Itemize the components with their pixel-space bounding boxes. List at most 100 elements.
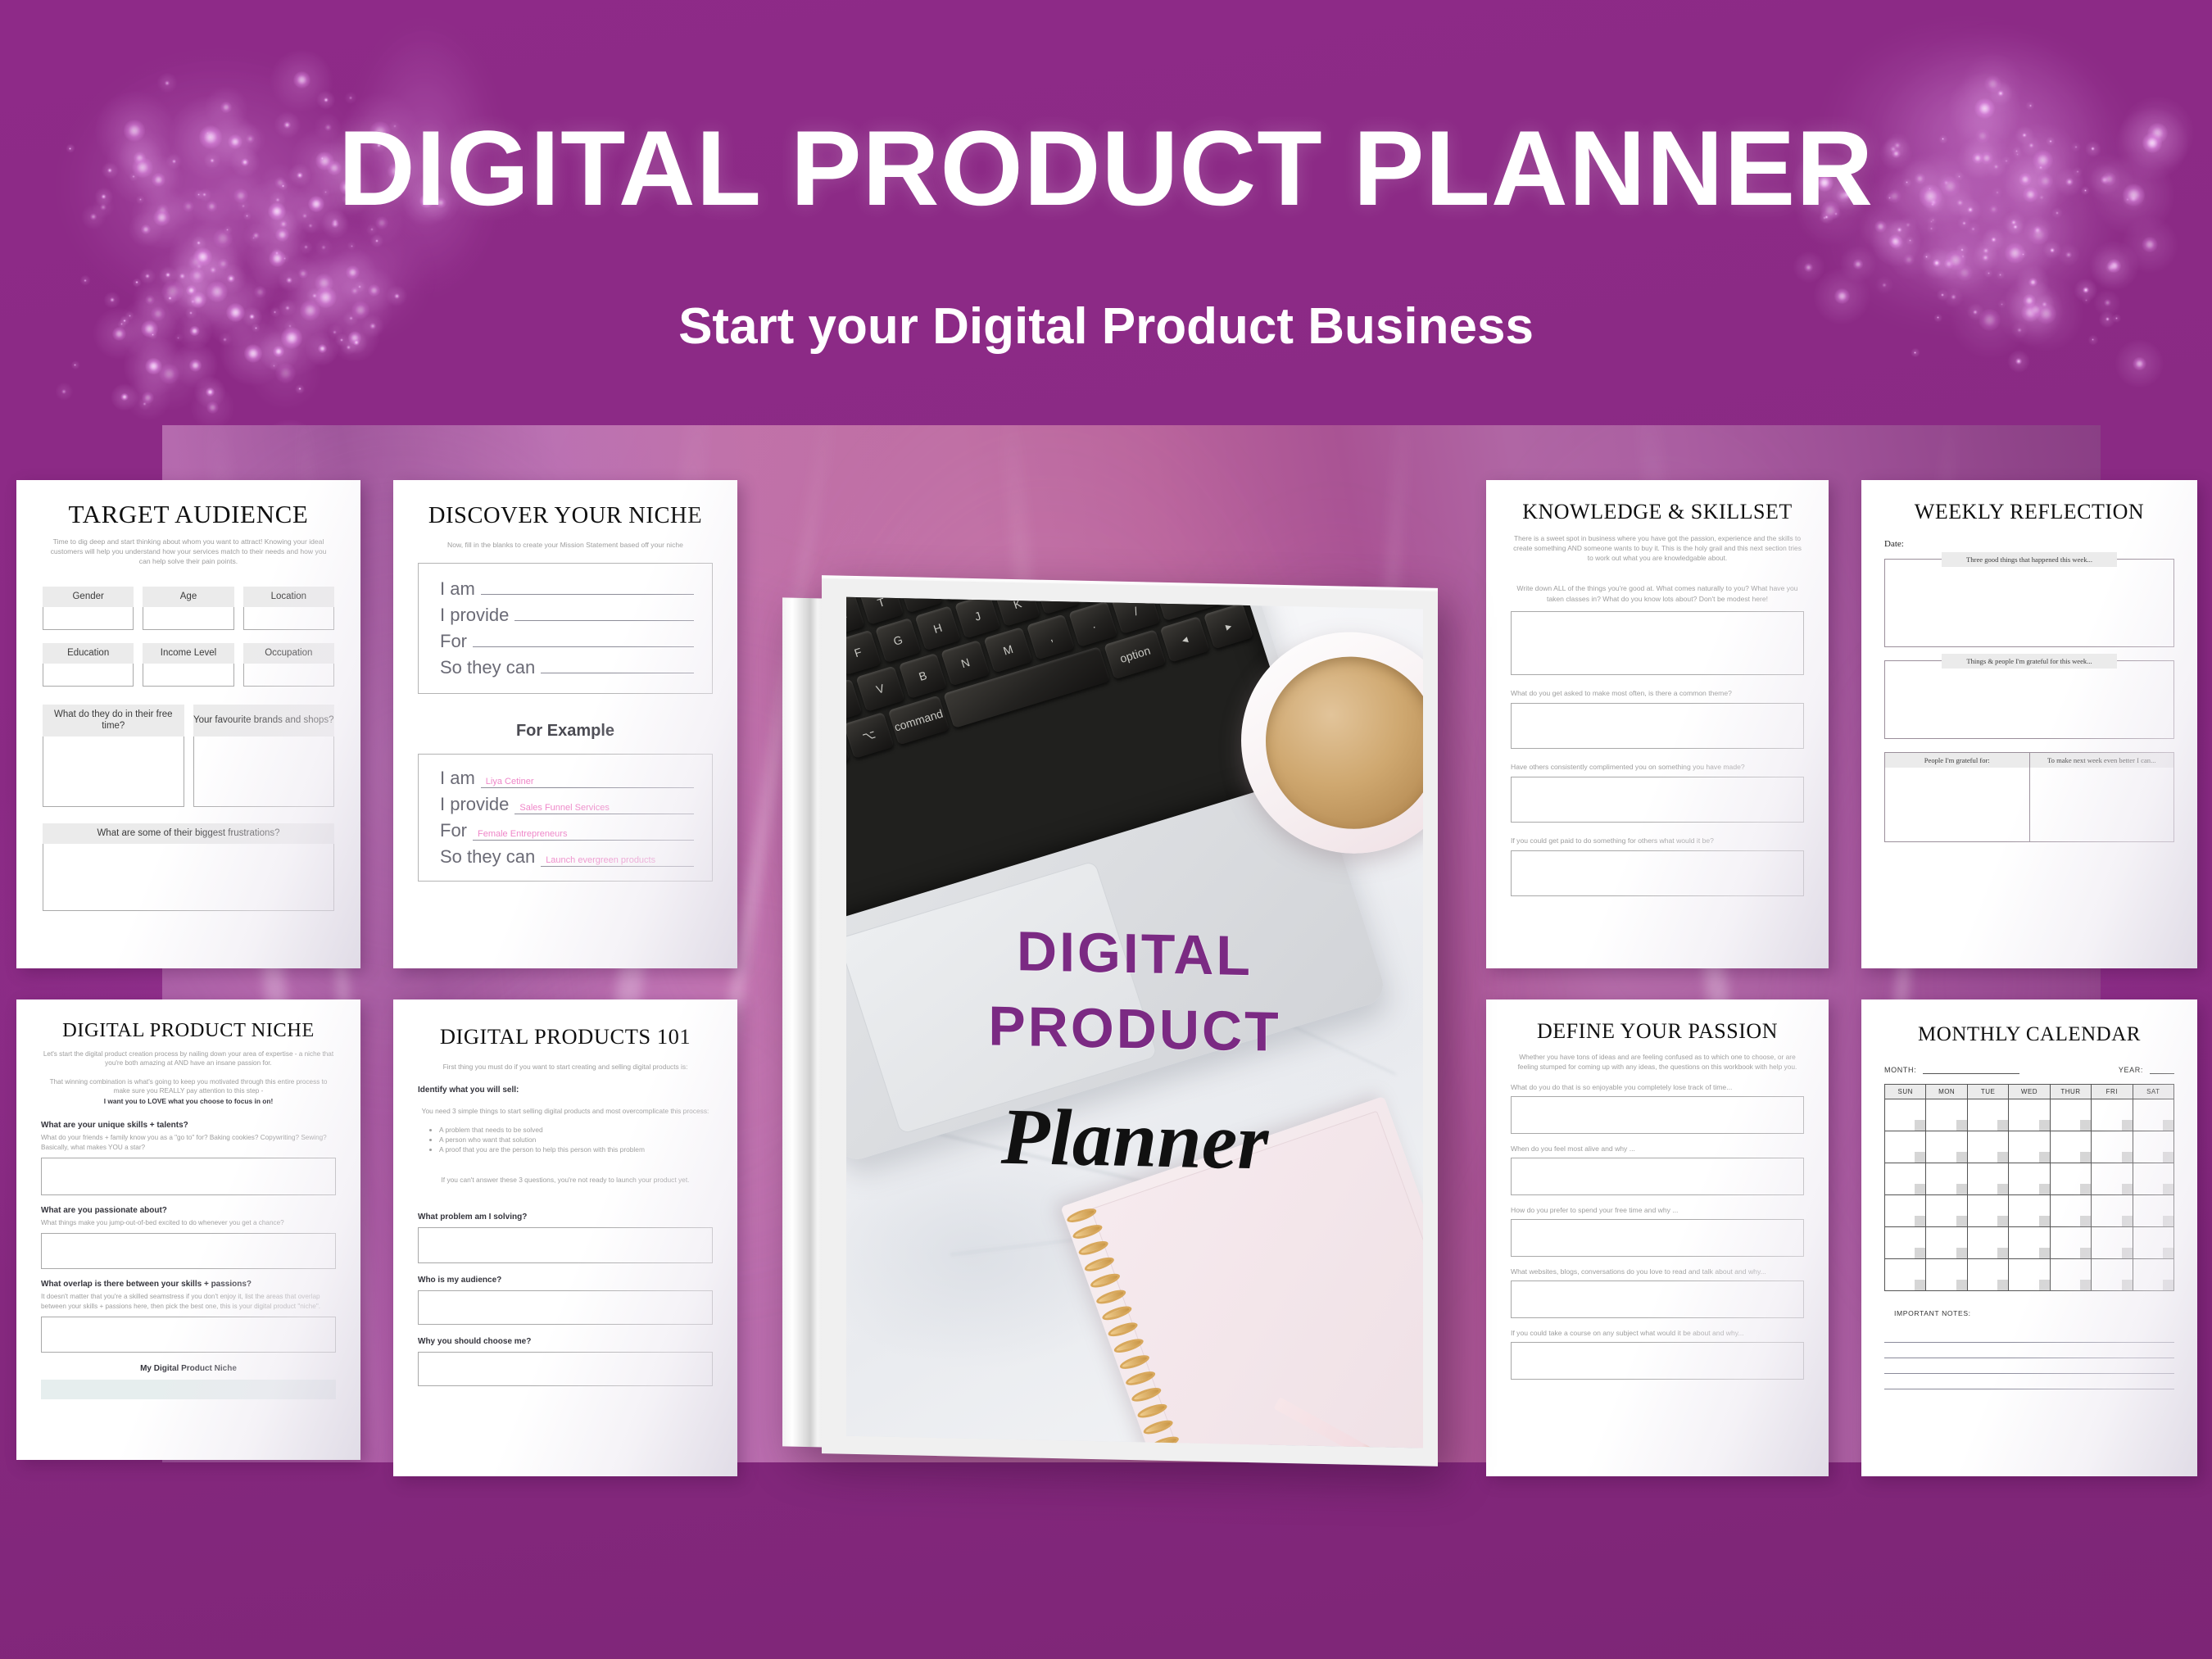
calendar-grid[interactable]: SUN MON TUE WED THUR FRI SAT (1883, 1084, 2175, 1291)
calendar-day-cell[interactable] (1966, 1099, 2010, 1131)
field-age[interactable]: Age (143, 586, 234, 630)
calendar-day-cell[interactable] (2008, 1163, 2051, 1195)
calendar-day-cell[interactable] (1966, 1194, 2010, 1227)
calendar-day-cell[interactable] (1966, 1258, 2010, 1291)
answer-box[interactable] (1511, 702, 1804, 749)
preview-page-define-passion[interactable]: DEFINE YOUR PASSION Whether you have ton… (1486, 999, 1829, 1476)
calendar-day-cell[interactable] (2049, 1131, 2092, 1163)
calendar-day-cell[interactable] (1925, 1226, 1968, 1259)
field-input[interactable] (43, 843, 334, 911)
calendar-day-cell[interactable] (2049, 1099, 2092, 1131)
calendar-day-cell[interactable] (2132, 1163, 2175, 1195)
calendar-day-cell[interactable] (2008, 1226, 2051, 1259)
calendar-day-cell[interactable] (2091, 1194, 2133, 1227)
grateful-section[interactable]: Things & people I'm grateful for this we… (1884, 654, 2174, 739)
calendar-day-cell[interactable] (1883, 1258, 1927, 1291)
preview-page-knowledge-skillset[interactable]: KNOWLEDGE & SKILLSET There is a sweet sp… (1486, 480, 1829, 968)
calendar-day-cell[interactable] (2049, 1258, 2092, 1291)
field-favourite-brands[interactable]: Your favourite brands and shops? (193, 704, 334, 807)
calendar-day-cell[interactable] (1883, 1163, 1927, 1195)
answer-box[interactable] (1884, 660, 2174, 739)
preview-page-weekly-reflection[interactable]: WEEKLY REFLECTION Date: Three good thing… (1861, 480, 2197, 968)
calendar-day-cell[interactable] (1925, 1099, 1968, 1131)
field-input[interactable] (43, 736, 184, 807)
calendar-day-cell[interactable] (2008, 1258, 2051, 1291)
calendar-day-cell[interactable] (1966, 1163, 2010, 1195)
month-input[interactable] (1923, 1073, 2020, 1074)
calendar-day-cell[interactable] (2091, 1258, 2133, 1291)
preview-page-discover-niche[interactable]: DISCOVER YOUR NICHE Now, fill in the bla… (393, 480, 737, 968)
field-gender[interactable]: Gender (43, 586, 134, 630)
calendar-day-cell[interactable] (1925, 1131, 1968, 1163)
field-input[interactable] (143, 606, 234, 630)
mission-blank-line[interactable] (473, 646, 694, 647)
calendar-day-cell[interactable] (2132, 1258, 2175, 1291)
calendar-day-cell[interactable] (1925, 1163, 1968, 1195)
note-line[interactable] (1884, 1343, 2174, 1358)
calendar-day-cell[interactable] (1925, 1194, 1968, 1227)
answer-box[interactable] (41, 1157, 336, 1195)
people-grateful-column[interactable]: People I'm grateful for: (1885, 753, 2030, 841)
mission-blank-line[interactable] (514, 619, 694, 621)
calendar-day-cell[interactable] (2132, 1099, 2175, 1131)
field-input[interactable] (243, 606, 334, 630)
answer-box[interactable] (1884, 559, 2174, 647)
answer-box[interactable] (1885, 768, 2029, 841)
answer-box[interactable] (2030, 768, 2174, 841)
calendar-day-cell[interactable] (2132, 1226, 2175, 1259)
calendar-day-cell[interactable] (2132, 1194, 2175, 1227)
field-frustrations[interactable]: What are some of their biggest frustrati… (43, 823, 334, 911)
note-line[interactable] (1884, 1374, 2174, 1389)
calendar-day-cell[interactable] (2008, 1194, 2051, 1227)
calendar-day-cell[interactable] (1883, 1194, 1927, 1227)
calendar-day-cell[interactable] (2008, 1099, 2051, 1131)
field-input[interactable] (43, 663, 134, 687)
answer-box[interactable] (1511, 1280, 1804, 1318)
answer-box[interactable] (418, 1227, 713, 1264)
book-mockup[interactable]: ~1234567890-= QWERTYUIOP[]\ ASDFGHJKL;'r… (782, 575, 1438, 1466)
answer-box[interactable] (1511, 1095, 1804, 1134)
answer-box[interactable] (1511, 1341, 1804, 1380)
calendar-day-cell[interactable] (2008, 1131, 2051, 1163)
calendar-day-cell[interactable] (1883, 1226, 1927, 1259)
field-input[interactable] (143, 663, 234, 687)
field-input[interactable] (43, 606, 134, 630)
final-niche-input[interactable] (41, 1379, 336, 1399)
calendar-day-cell[interactable] (2132, 1131, 2175, 1163)
mission-statement-blank[interactable]: I am I provide For So they can (418, 562, 713, 694)
field-input[interactable] (193, 736, 334, 807)
notes-lines-area[interactable] (1884, 1327, 2174, 1389)
field-input[interactable] (243, 663, 334, 687)
calendar-day-cell[interactable] (2049, 1163, 2092, 1195)
note-line[interactable] (1884, 1327, 2174, 1343)
answer-box[interactable] (1511, 850, 1804, 896)
calendar-day-cell[interactable] (1883, 1099, 1927, 1131)
calendar-day-cell[interactable] (1966, 1226, 2010, 1259)
calendar-day-cell[interactable] (2049, 1194, 2092, 1227)
field-income-level[interactable]: Income Level (143, 642, 234, 687)
field-free-time[interactable]: What do they do in their free time? (43, 704, 184, 807)
calendar-day-cell[interactable] (1925, 1258, 1968, 1291)
good-things-section[interactable]: Three good things that happened this wee… (1884, 552, 2174, 647)
note-line[interactable] (1884, 1358, 2174, 1374)
answer-box[interactable] (418, 1352, 713, 1387)
calendar-day-cell[interactable] (1883, 1131, 1927, 1163)
field-education[interactable]: Education (43, 642, 134, 687)
next-week-column[interactable]: To make next week even better I can... (2029, 753, 2174, 841)
calendar-day-cell[interactable] (2091, 1226, 2133, 1259)
answer-box[interactable] (1511, 1218, 1804, 1257)
answer-box[interactable] (1511, 776, 1804, 823)
calendar-day-cell[interactable] (2091, 1163, 2133, 1195)
mission-blank-line[interactable] (480, 593, 694, 595)
answer-box[interactable] (41, 1316, 336, 1353)
answer-box[interactable] (41, 1232, 336, 1269)
two-column-section[interactable]: People I'm grateful for: To make next we… (1884, 752, 2174, 842)
calendar-day-cell[interactable] (2091, 1099, 2133, 1131)
preview-page-digital-products-101[interactable]: DIGITAL PRODUCTS 101 First thing you mus… (393, 999, 737, 1476)
answer-box[interactable] (1511, 610, 1804, 675)
calendar-day-cell[interactable] (1966, 1131, 2010, 1163)
calendar-day-cell[interactable] (2091, 1131, 2133, 1163)
preview-page-target-audience[interactable]: TARGET AUDIENCE Time to dig deep and sta… (16, 480, 360, 968)
year-input[interactable] (2150, 1073, 2174, 1074)
calendar-day-cell[interactable] (2049, 1226, 2092, 1259)
